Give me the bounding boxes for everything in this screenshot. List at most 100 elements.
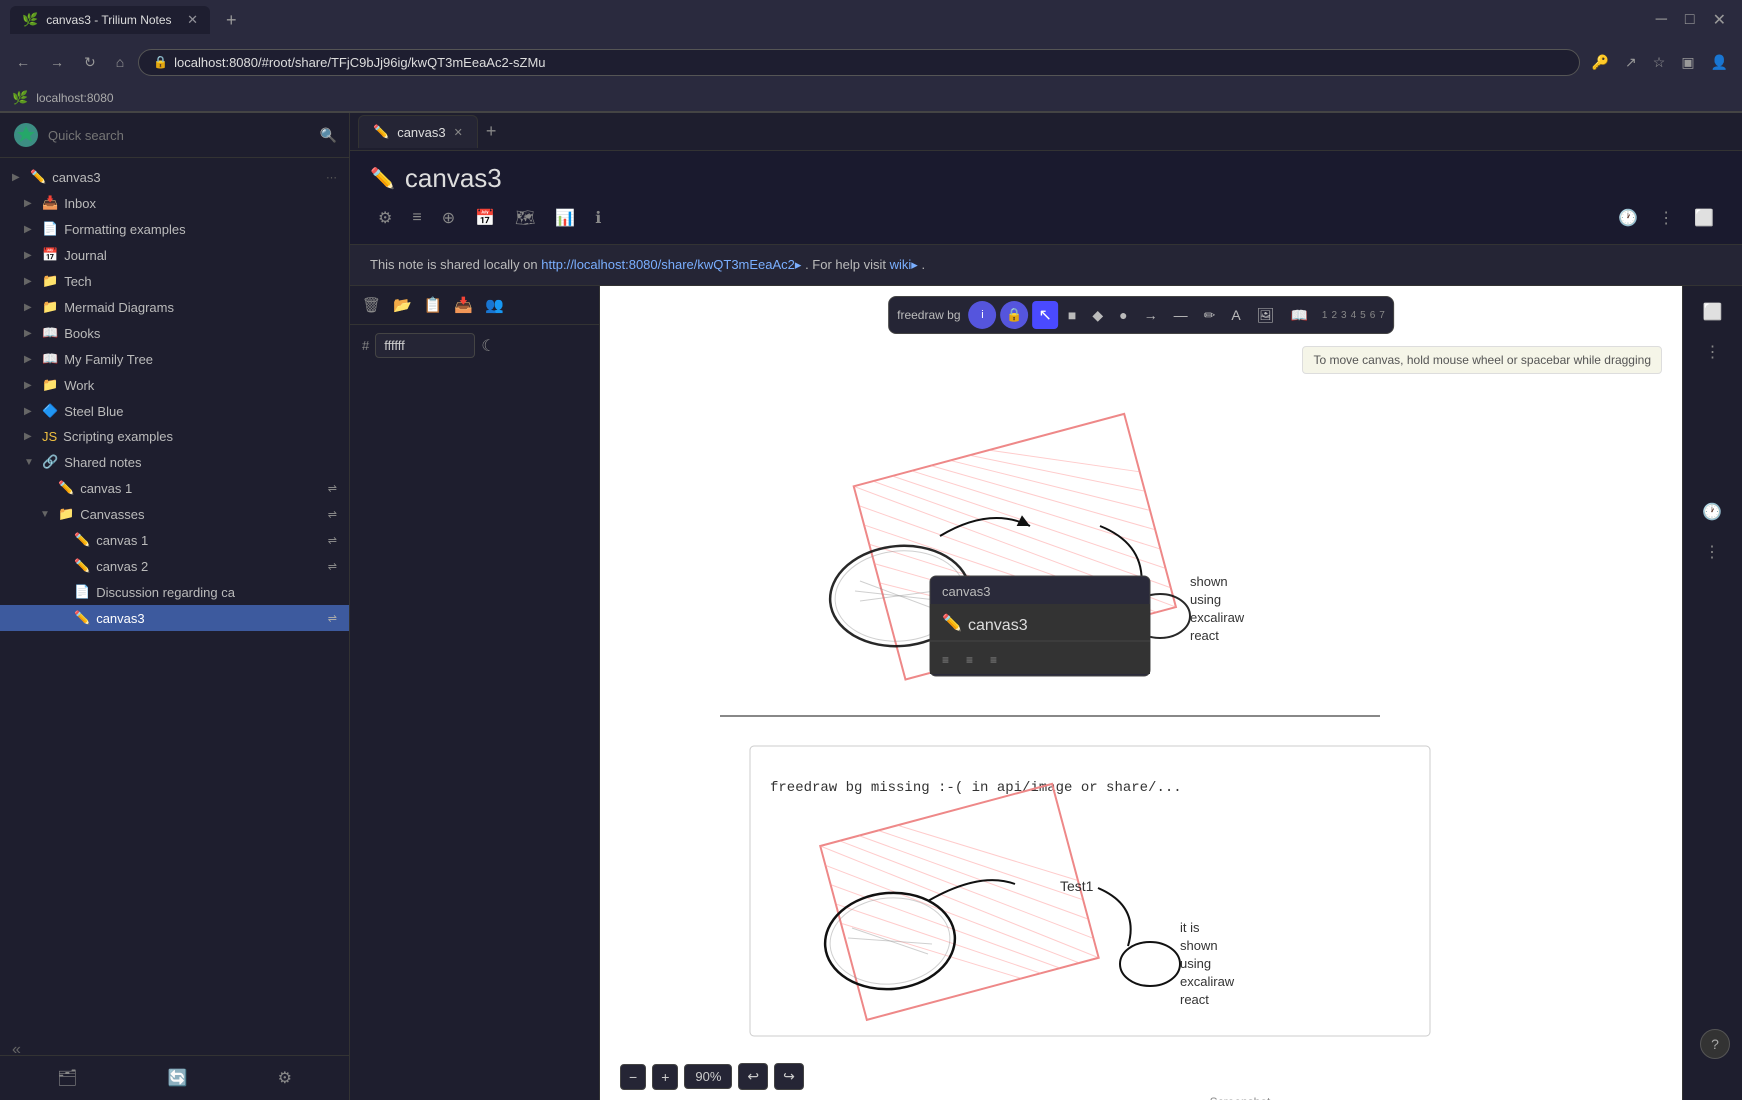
sidebar-item-canvas1-canvasses[interactable]: ✏️ canvas 1 ⇌	[0, 527, 349, 553]
share-text-end: .	[921, 257, 925, 272]
color-hex-input[interactable]	[375, 333, 475, 358]
canvas-toolbar-row: 🗑 📂 📋 📥 👥	[350, 286, 599, 325]
expand-panel-button[interactable]: ⬜	[1697, 296, 1729, 328]
select-tool-button[interactable]: ↖	[1033, 301, 1058, 329]
sidebar-item-label: Shared notes	[64, 455, 337, 470]
book-tool-button[interactable]: 📖	[1284, 303, 1313, 328]
ellipse-tool-button[interactable]: ●	[1113, 303, 1133, 327]
sidebar-item-label: canvas3	[52, 170, 320, 185]
help-button[interactable]: ?	[1700, 1029, 1730, 1059]
svg-text:canvas3: canvas3	[942, 584, 990, 599]
export-button[interactable]: 📋	[420, 292, 447, 318]
map-button[interactable]: 🗺	[507, 204, 543, 232]
panel-more-button[interactable]: ⋮	[1699, 336, 1727, 368]
sidebar-item-scripting-examples[interactable]: ▶ JS Scripting examples	[0, 424, 349, 449]
import-button[interactable]: 📥	[450, 292, 477, 318]
refresh-button[interactable]: ↻	[78, 50, 102, 75]
browser-tab[interactable]: 🌿 canvas3 - Trilium Notes ✕	[10, 6, 210, 34]
settings-button[interactable]: ⚙	[274, 1064, 296, 1092]
sidebar-item-label: Formatting examples	[64, 222, 337, 237]
sidebar-item-journal[interactable]: ▶ 📅 Journal	[0, 242, 349, 268]
sidebar-item-inbox[interactable]: ▶ 📥 Inbox	[0, 190, 349, 216]
tab-close-icon[interactable]: ✕	[187, 12, 198, 28]
sync-button[interactable]: 🔄	[164, 1064, 192, 1092]
sidebar-item-label: Scripting examples	[63, 429, 337, 444]
svg-text:using: using	[1180, 956, 1211, 971]
note-title: canvas3	[405, 163, 502, 194]
history-panel-button[interactable]: 🕐	[1696, 496, 1728, 528]
sidebar-item-canvas1-shared[interactable]: ✏️ canvas 1 ⇌	[0, 475, 349, 501]
right-panel: ⬜ ⋮ 🕐 ⋮	[1682, 286, 1742, 1100]
canvas-drawing[interactable]: freedraw bg i 🔒 ↖ ■ ◆ ● → — ✏ A 🖼 📖 1 2	[600, 286, 1682, 1100]
sidebar-item-steel-blue[interactable]: ▶ 🔷 Steel Blue	[0, 398, 349, 424]
add-tab-button[interactable]: +	[478, 119, 505, 144]
sidebar-item-shared-notes[interactable]: ▼ 🔗 Shared notes	[0, 449, 349, 475]
sidebar-item-mermaid-diagrams[interactable]: ▶ 📁 Mermaid Diagrams	[0, 294, 349, 320]
sidebar-item-canvas3-active[interactable]: ✏️ canvas3 ⇌	[0, 605, 349, 631]
draw-tool-button[interactable]: ✏	[1198, 303, 1222, 328]
sidebar-item-discussion-regarding[interactable]: 📄 Discussion regarding ca	[0, 579, 349, 605]
bookmark-icon[interactable]: ☆	[1649, 50, 1670, 75]
address-bar[interactable]: 🔒 localhost:8080/#root/share/TFjC9bJj96i…	[138, 49, 1579, 76]
sidebar-item-work[interactable]: ▶ 📁 Work	[0, 372, 349, 398]
close-window-button[interactable]: ✕	[1707, 6, 1732, 34]
lock-tool-button[interactable]: 🔒	[1001, 301, 1029, 329]
info-tool-button[interactable]: i	[969, 301, 997, 329]
more-button[interactable]: ⋮	[1650, 204, 1682, 232]
history-button[interactable]: 🕐	[1610, 204, 1646, 232]
key-icon[interactable]: 🔑	[1588, 50, 1613, 75]
zoom-out-button[interactable]: −	[620, 1064, 646, 1090]
search-input[interactable]	[48, 128, 312, 143]
sidebar-item-label: Canvasses	[80, 507, 322, 522]
profile-icon[interactable]: 👤	[1707, 50, 1732, 75]
open-folder-button[interactable]: 📂	[389, 292, 416, 318]
info-button[interactable]: ℹ	[587, 204, 609, 232]
bookmark-label[interactable]: localhost:8080	[36, 91, 113, 105]
add-child-note-button[interactable]: ⊕	[434, 204, 463, 232]
forward-button[interactable]: →	[44, 50, 70, 74]
delete-tool-button[interactable]: 🗑	[358, 292, 385, 318]
sidebar-item-label: Steel Blue	[64, 404, 337, 419]
app-layout: 🔍 ▶ ✏️ canvas3 ⋯ ▶ 📥 Inbox ▶ 📄 Formattin…	[0, 113, 1742, 1100]
trilium-logo	[12, 121, 40, 149]
chart-button[interactable]: 📊	[547, 204, 583, 232]
image-tool-button[interactable]: 🖼	[1251, 303, 1281, 328]
layers-button[interactable]: 🗂	[53, 1064, 81, 1092]
share-banner: This note is shared locally on http://lo…	[350, 245, 1742, 286]
minimize-button[interactable]: ─	[1650, 6, 1673, 34]
sidebar-item-formatting-examples[interactable]: ▶ 📄 Formatting examples	[0, 216, 349, 242]
new-tab-button[interactable]: +	[218, 8, 245, 33]
sidebar-item-canvas2-canvasses[interactable]: ✏️ canvas 2 ⇌	[0, 553, 349, 579]
line-tool-button[interactable]: —	[1168, 303, 1194, 327]
sidebar-item-canvas3-parent[interactable]: ▶ ✏️ canvas3 ⋯	[0, 164, 349, 190]
sidebar-item-tech[interactable]: ▶ 📁 Tech	[0, 268, 349, 294]
content-tab-canvas3[interactable]: ✏️ canvas3 ✕	[358, 115, 478, 148]
search-icon: 🔍	[320, 127, 337, 144]
align-button[interactable]: ≡	[404, 205, 429, 231]
text-tool-button[interactable]: A	[1225, 303, 1246, 327]
share-url-link[interactable]: http://localhost:8080/share/kwQT3mEeaAc2…	[541, 257, 801, 272]
dark-mode-toggle[interactable]: ☾	[481, 336, 495, 356]
more-panel-button[interactable]: ⋮	[1698, 536, 1726, 568]
calendar-button[interactable]: 📅	[467, 204, 503, 232]
diamond-tool-button[interactable]: ◆	[1086, 303, 1109, 328]
sidebar-item-books[interactable]: ▶ 📖 Books	[0, 320, 349, 346]
expand-button[interactable]: ⬜	[1686, 204, 1722, 232]
wiki-link[interactable]: wiki▸	[890, 257, 918, 272]
share-canvas-button[interactable]: 👥	[481, 292, 508, 318]
zoom-in-button[interactable]: +	[652, 1064, 678, 1090]
layout-icon[interactable]: ▣	[1677, 50, 1698, 75]
redo-button[interactable]: ↪	[774, 1063, 804, 1090]
arrow-tool-button[interactable]: →	[1138, 303, 1164, 327]
sliders-button[interactable]: ⚙	[370, 204, 400, 232]
sidebar-item-label: canvas 2	[96, 559, 322, 574]
maximize-button[interactable]: □	[1679, 6, 1701, 34]
sidebar-item-canvasses[interactable]: ▼ 📁 Canvasses ⇌	[0, 501, 349, 527]
sidebar-item-my-family-tree[interactable]: ▶ 📖 My Family Tree	[0, 346, 349, 372]
home-button[interactable]: ⌂	[110, 50, 130, 74]
back-button[interactable]: ←	[10, 50, 36, 74]
share-icon[interactable]: ↗	[1621, 50, 1641, 75]
tab-close-button[interactable]: ✕	[454, 126, 463, 139]
rect-tool-button[interactable]: ■	[1062, 303, 1082, 327]
undo-button[interactable]: ↩	[738, 1063, 768, 1090]
